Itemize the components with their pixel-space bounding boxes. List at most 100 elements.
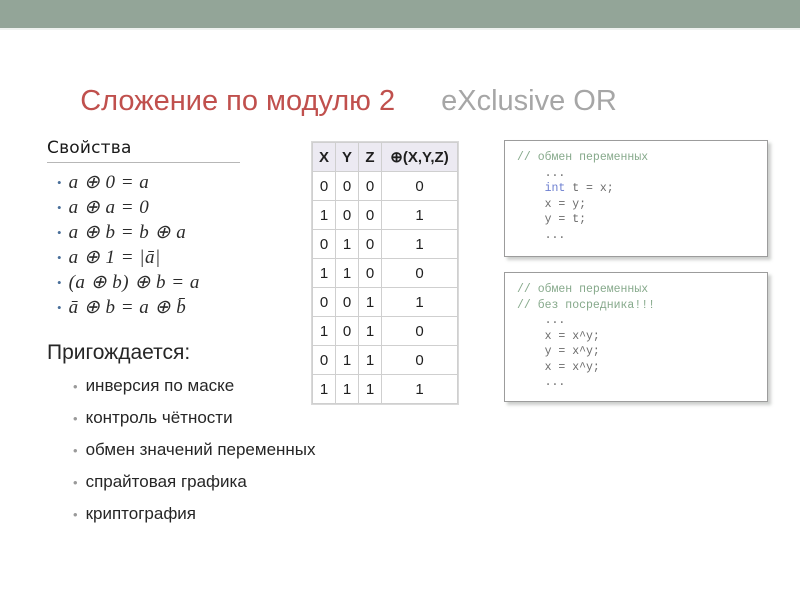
list-item: • криптография xyxy=(73,504,347,525)
list-item: • (a ⊕ b) ⊕ b = a xyxy=(57,272,297,294)
properties-divider xyxy=(47,162,240,163)
useful-block: Пригождается: • инверсия по маске • конт… xyxy=(47,340,347,536)
bullet-icon: • xyxy=(73,507,78,522)
code-line: int t = x; xyxy=(517,181,755,197)
slide-top-band-edge xyxy=(0,28,800,30)
table-header-cell: X xyxy=(312,142,336,172)
table-cell: 0 xyxy=(335,171,359,201)
table-cell: 0 xyxy=(358,258,382,288)
table-cell: 1 xyxy=(358,374,382,404)
table-cell: 0 xyxy=(312,229,336,259)
list-item: • a ⊕ 0 = a xyxy=(57,172,297,194)
code-text: x = x^y; xyxy=(517,360,600,374)
code-line: ... xyxy=(517,313,755,329)
table-row: 1 0 0 1 xyxy=(312,200,458,230)
table-row: 1 0 1 0 xyxy=(312,316,458,346)
table-cell: 1 xyxy=(312,316,336,346)
table-row: 0 0 1 1 xyxy=(312,287,458,317)
code-text: x = y; xyxy=(517,197,587,211)
table-cell: 0 xyxy=(335,316,359,346)
table-cell: 1 xyxy=(381,200,458,230)
bullet-icon: • xyxy=(57,250,62,265)
code-text: ... xyxy=(517,166,566,180)
bullet-icon: • xyxy=(73,443,78,458)
table-cell: 1 xyxy=(358,287,382,317)
code-comment: // обмен переменных xyxy=(517,283,649,296)
formula-text: ā ⊕ b = a ⊕ b̄ xyxy=(68,297,187,318)
code-line: // обмен переменных xyxy=(517,282,755,298)
table-cell: 1 xyxy=(335,345,359,375)
formula-text: a ⊕ 0 = a xyxy=(68,172,150,193)
list-item-label: обмен значений переменных xyxy=(85,440,316,459)
table-cell: 1 xyxy=(312,258,336,288)
code-line: x = x^y; xyxy=(517,360,755,376)
table-row: 1 1 0 0 xyxy=(312,258,458,288)
table-cell: 1 xyxy=(335,229,359,259)
table-cell: 1 xyxy=(381,287,458,317)
table-header-cell: Y xyxy=(335,142,359,172)
list-item-label: контроль чётности xyxy=(85,408,233,427)
code-snippet-swap-with-temp: // обмен переменных ... int t = x; x = y… xyxy=(504,140,768,257)
table-cell: 1 xyxy=(381,229,458,259)
table-cell: 1 xyxy=(381,374,458,404)
truth-table: X Y Z ⊕(X,Y,Z) 0 0 0 0 1 0 0 1 0 1 0 1 1… xyxy=(312,142,458,404)
bullet-icon: • xyxy=(57,300,62,315)
code-keyword: int xyxy=(517,182,566,195)
table-row: 0 1 1 0 xyxy=(312,345,458,375)
table-cell: 0 xyxy=(358,200,382,230)
table-cell: 0 xyxy=(335,287,359,317)
list-item: • инверсия по маске xyxy=(73,376,347,397)
table-header-cell: Z xyxy=(358,142,382,172)
code-text: x = x^y; xyxy=(517,329,600,343)
list-item: • a ⊕ a = 0 xyxy=(57,197,297,219)
table-row: 0 0 0 0 xyxy=(312,171,458,201)
table-cell: 1 xyxy=(358,316,382,346)
list-item: • спрайтовая графика xyxy=(73,472,347,493)
slide-top-band xyxy=(0,0,800,28)
bullet-icon: • xyxy=(57,275,62,290)
properties-list: • a ⊕ 0 = a • a ⊕ a = 0 • a ⊕ b = b ⊕ a … xyxy=(47,172,297,319)
code-line: ... xyxy=(517,228,755,244)
table-row: 0 1 0 1 xyxy=(312,229,458,259)
table-cell: 1 xyxy=(335,374,359,404)
code-line: x = x^y; xyxy=(517,329,755,345)
list-item: • a ⊕ b = b ⊕ a xyxy=(57,222,297,244)
code-text: ... xyxy=(517,228,566,242)
list-item: • контроль чётности xyxy=(73,408,347,429)
properties-block: Свойства • a ⊕ 0 = a • a ⊕ a = 0 • a ⊕ b… xyxy=(47,138,297,322)
table-cell: 1 xyxy=(312,374,336,404)
code-line: y = t; xyxy=(517,212,755,228)
table-cell: 0 xyxy=(312,345,336,375)
code-text: y = t; xyxy=(517,213,587,226)
code-comment: // без посредника!!! xyxy=(517,298,656,312)
table-row: 1 1 1 1 xyxy=(312,374,458,404)
code-line: // без посредника!!! xyxy=(517,298,755,314)
useful-heading: Пригождается: xyxy=(47,341,191,364)
list-item-label: спрайтовая графика xyxy=(85,472,247,491)
slide-canvas: Сложение по модулю 2 eXclusive OR Свойств… xyxy=(0,0,800,600)
bullet-icon: • xyxy=(73,475,78,490)
bullet-icon: • xyxy=(57,225,62,240)
list-item: • ā ⊕ b = a ⊕ b̄ xyxy=(57,297,297,319)
code-text: ... xyxy=(517,314,566,327)
bullet-icon: • xyxy=(57,175,62,190)
useful-list: • инверсия по маске • контроль чётности … xyxy=(47,376,347,525)
table-cell: 0 xyxy=(381,345,458,375)
table-cell: 0 xyxy=(312,171,336,201)
formula-text: (a ⊕ b) ⊕ b = a xyxy=(68,272,200,293)
code-line: ... xyxy=(517,375,755,391)
table-cell: 0 xyxy=(381,316,458,346)
code-snippet-swap-without-temp: // обмен переменных// без посредника!!! … xyxy=(504,272,768,402)
bullet-icon: • xyxy=(57,200,62,215)
bullet-icon: • xyxy=(73,411,78,426)
table-header-cell: ⊕(X,Y,Z) xyxy=(381,142,458,172)
code-text: y = x^y; xyxy=(517,345,600,358)
table-cell: 0 xyxy=(381,171,458,201)
list-item-label: инверсия по маске xyxy=(85,376,235,395)
table-cell: 0 xyxy=(381,258,458,288)
table-cell: 1 xyxy=(312,200,336,230)
bullet-icon: • xyxy=(73,379,78,394)
list-item-label: криптография xyxy=(85,504,197,523)
code-line: ... xyxy=(517,166,755,182)
formula-text: a ⊕ b = b ⊕ a xyxy=(68,222,187,243)
